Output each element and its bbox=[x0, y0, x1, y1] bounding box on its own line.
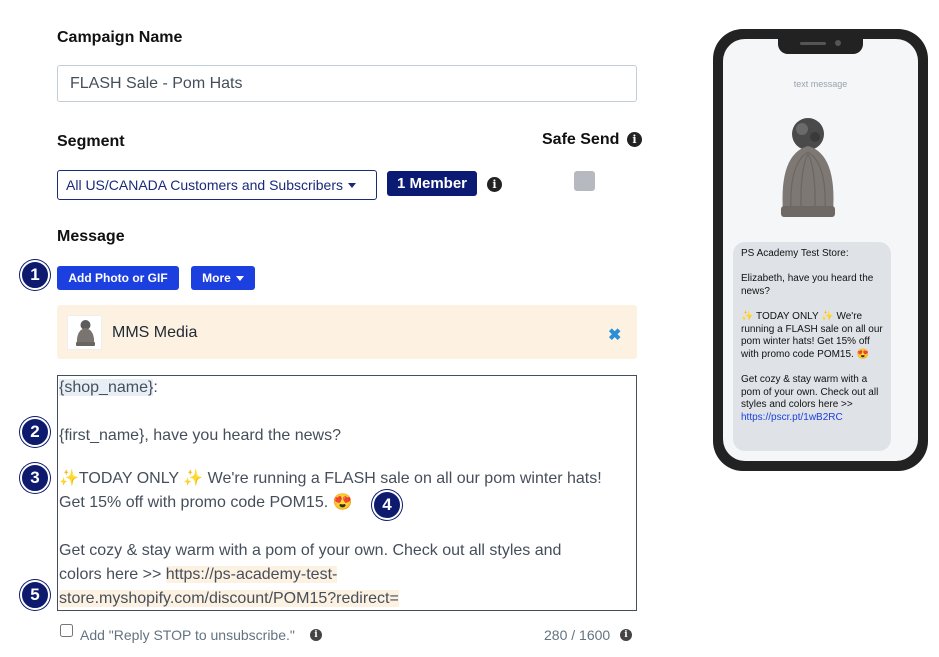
message-line-code: Get 15% off with promo code POM15. 😍 bbox=[59, 494, 353, 511]
message-link: https://ps-academy-test- bbox=[165, 566, 338, 583]
phone-header-label: text message bbox=[793, 79, 848, 89]
message-line-link-cont: store.myshopify.com/discount/POM15?redir… bbox=[59, 587, 399, 610]
more-button-label: More bbox=[202, 271, 231, 285]
mms-media-label: MMS Media bbox=[112, 324, 198, 341]
segment-dropdown[interactable]: All US/CANADA Customers and Subscribers bbox=[57, 170, 377, 200]
segment-info-icon[interactable]: i bbox=[487, 177, 502, 192]
message-line-promo: ✨TODAY ONLY ✨ We're running a FLASH sale… bbox=[59, 470, 602, 487]
member-count-badge: 1 Member bbox=[387, 171, 477, 196]
hat-image bbox=[773, 114, 843, 229]
char-count-info-icon[interactable]: i bbox=[620, 629, 632, 641]
step-marker-2: 2 bbox=[20, 417, 50, 447]
message-line-cozy: Get cozy & stay warm with a pom of your … bbox=[59, 542, 562, 559]
message-line-greeting: {first_name}, have you heard the news? bbox=[59, 427, 341, 444]
phone-preview: text message PS Academy Test Store: Eliz… bbox=[713, 29, 928, 471]
character-count: 280 / 1600 bbox=[544, 627, 611, 643]
mms-media-bar: MMS Media ✖ bbox=[57, 305, 637, 359]
step-marker-3: 3 bbox=[20, 463, 50, 493]
chevron-down-icon bbox=[348, 182, 356, 188]
reply-stop-info-icon[interactable]: i bbox=[310, 629, 322, 641]
bubble-cozy: Get cozy & stay warm with a pom of your … bbox=[741, 373, 879, 411]
step-marker-5: 5 bbox=[20, 580, 50, 610]
campaign-name-input[interactable] bbox=[57, 65, 637, 102]
shop-name-variable: {shop_name} bbox=[59, 379, 154, 396]
phone-screen: text message PS Academy Test Store: Eliz… bbox=[723, 39, 918, 461]
segment-selected-value: All US/CANADA Customers and Subscribers bbox=[66, 177, 343, 193]
phone-notch bbox=[778, 39, 863, 54]
step-marker-1: 1 bbox=[20, 260, 50, 290]
add-photo-button[interactable]: Add Photo or GIF bbox=[57, 266, 179, 290]
message-link: store.myshopify.com/discount/POM15?redir… bbox=[59, 590, 399, 607]
safe-send-label: Safe Send bbox=[542, 131, 620, 148]
message-text: colors here >> bbox=[59, 566, 166, 583]
more-button[interactable]: More bbox=[191, 266, 255, 290]
reply-stop-label: Add "Reply STOP to unsubscribe." bbox=[80, 627, 295, 643]
safe-send-checkbox[interactable] bbox=[574, 171, 595, 191]
message-text: : bbox=[153, 379, 158, 396]
bubble-greeting: Elizabeth, have you heard the news? bbox=[741, 273, 874, 297]
mms-thumbnail bbox=[67, 315, 102, 350]
reply-stop-checkbox[interactable] bbox=[60, 624, 73, 637]
bubble-store: PS Academy Test Store: bbox=[741, 248, 849, 259]
message-label: Message bbox=[57, 228, 125, 245]
step-marker-4: 4 bbox=[372, 490, 402, 520]
bubble-link[interactable]: https://pscr.pt/1wB2RC bbox=[741, 412, 843, 423]
message-bubble: PS Academy Test Store: Elizabeth, have y… bbox=[733, 242, 891, 451]
segment-label: Segment bbox=[57, 133, 125, 150]
message-textarea[interactable]: {shop_name}: {first_name}, have you hear… bbox=[57, 375, 637, 611]
safe-send-info-icon[interactable]: i bbox=[627, 132, 642, 147]
remove-media-icon[interactable]: ✖ bbox=[608, 325, 621, 345]
chevron-down-icon bbox=[235, 275, 244, 281]
campaign-name-label: Campaign Name bbox=[57, 29, 183, 46]
message-line-link: colors here >> https://ps-academy-test- bbox=[59, 563, 338, 587]
bubble-promo: ✨ TODAY ONLY ✨ We're running a FLASH sal… bbox=[741, 310, 883, 360]
message-line-shop: {shop_name}: bbox=[59, 376, 158, 400]
